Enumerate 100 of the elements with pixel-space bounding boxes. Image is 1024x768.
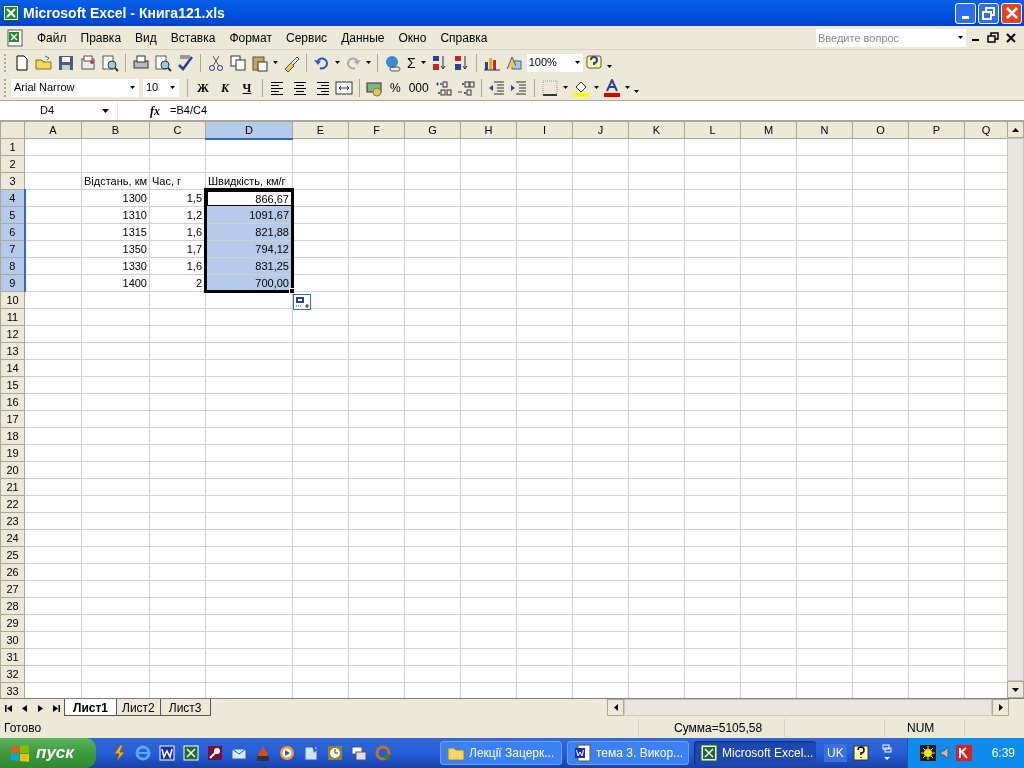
menu-item[interactable]: Окно — [391, 28, 434, 47]
next-sheet-icon[interactable] — [37, 704, 44, 713]
help-search-field[interactable]: Введите вопрос — [816, 28, 954, 47]
taskbar-button[interactable]: Microsoft Excel... — [694, 741, 816, 765]
browser-icon[interactable] — [134, 744, 152, 762]
table-cell[interactable]: 1300 — [81, 189, 150, 207]
clipboard-icon[interactable] — [251, 53, 269, 72]
toolbar-options-icon[interactable] — [633, 89, 640, 94]
menu-item[interactable]: Данные — [334, 28, 392, 47]
printer-icon[interactable] — [132, 53, 150, 72]
taskbar-button[interactable]: Лекції Зацерк... — [440, 741, 562, 765]
table-cell[interactable]: Відстань, км — [81, 172, 150, 190]
lightning-icon[interactable] — [110, 744, 128, 762]
column-header[interactable]: H — [460, 121, 517, 139]
preview-icon[interactable] — [101, 53, 119, 72]
column-header[interactable]: G — [404, 121, 461, 139]
close-button[interactable] — [1001, 2, 1022, 24]
key-icon[interactable] — [206, 744, 224, 762]
minimize-button[interactable] — [955, 2, 976, 24]
merge-center-icon[interactable] — [335, 78, 353, 97]
column-header[interactable]: E — [292, 121, 349, 139]
excel-icon[interactable] — [182, 744, 200, 762]
table-cell[interactable]: 1350 — [81, 240, 150, 258]
sheet-tab[interactable]: Лист1 — [64, 699, 118, 716]
help-icon[interactable] — [584, 53, 603, 72]
dropdown-arrow-icon[interactable] — [335, 61, 340, 64]
column-header[interactable]: O — [852, 121, 909, 139]
font-style-button[interactable]: Ж — [192, 78, 214, 97]
select-all-corner[interactable] — [0, 121, 25, 139]
font-size-combo[interactable]: 10 — [143, 78, 179, 97]
previous-sheet-icon[interactable] — [21, 704, 28, 713]
table-cell[interactable]: 1310 — [81, 206, 150, 224]
media-player-icon[interactable] — [278, 744, 296, 762]
clock-icon[interactable] — [326, 744, 344, 762]
sheet-tab[interactable]: Лист3 — [159, 699, 211, 716]
menu-item[interactable]: Сервис — [279, 28, 335, 47]
help-icon[interactable] — [852, 745, 869, 761]
scroll-thumb[interactable] — [624, 699, 992, 716]
font-style-button[interactable]: Ч — [236, 78, 258, 97]
formula-field[interactable]: =B4/C4 — [170, 102, 207, 119]
spelling-icon[interactable] — [176, 53, 194, 72]
column-header[interactable]: K — [628, 121, 685, 139]
language-indicator[interactable]: UK — [824, 744, 847, 762]
toolbar-options-icon[interactable] — [606, 64, 613, 69]
font-color-icon[interactable] — [602, 78, 621, 97]
column-header[interactable]: D — [205, 121, 293, 139]
dropdown-arrow-icon[interactable] — [624, 86, 630, 89]
menu-item[interactable]: Вид — [128, 28, 164, 47]
decrease-decimal-icon[interactable] — [456, 78, 475, 97]
number-format-button[interactable]: 000 — [404, 78, 433, 97]
copy-icon[interactable] — [229, 53, 247, 72]
dropdown-arrow-icon[interactable] — [562, 86, 568, 89]
table-cell[interactable]: Час, г — [149, 172, 206, 190]
column-header[interactable]: P — [908, 121, 965, 139]
borders-icon[interactable] — [540, 78, 559, 97]
column-header[interactable]: F — [348, 121, 405, 139]
column-header[interactable]: A — [24, 121, 82, 139]
table-cell[interactable]: 1400 — [81, 274, 150, 292]
insert-function-button[interactable]: fx — [142, 101, 168, 120]
column-header[interactable]: J — [572, 121, 629, 139]
increase-decimal-icon[interactable] — [434, 78, 453, 97]
dropdown-button[interactable] — [954, 28, 966, 47]
globe-link-icon[interactable] — [384, 53, 402, 72]
word-icon[interactable] — [158, 744, 176, 762]
dropdown-arrow-icon[interactable] — [273, 61, 278, 64]
autosum-button[interactable]: Σ — [404, 55, 419, 70]
scroll-left-button[interactable] — [607, 699, 624, 716]
name-box[interactable]: D4 — [0, 101, 118, 120]
restore-button[interactable] — [978, 2, 999, 24]
indent-icon[interactable] — [509, 78, 528, 97]
notes-icon[interactable] — [302, 744, 320, 762]
font-combo[interactable]: Arial Narrow — [11, 78, 139, 97]
menu-item[interactable]: Вставка — [163, 28, 223, 47]
scroll-right-button[interactable] — [992, 699, 1009, 716]
last-sheet-icon[interactable] — [53, 704, 60, 713]
menu-item[interactable]: Справка — [433, 28, 495, 47]
scroll-thumb[interactable] — [1007, 138, 1024, 681]
font-style-button[interactable]: К — [214, 78, 236, 97]
zoom-combo[interactable]: 100% — [526, 53, 583, 72]
dropdown-arrow-icon[interactable] — [366, 61, 371, 64]
start-button[interactable]: пуск — [0, 738, 96, 768]
column-header[interactable]: C — [149, 121, 206, 139]
new-document-icon[interactable] — [13, 53, 31, 72]
menu-item[interactable]: Файл — [30, 28, 74, 47]
table-cell[interactable]: 1315 — [81, 223, 150, 241]
menu-item[interactable]: Правка — [73, 28, 129, 47]
column-header[interactable]: B — [81, 121, 150, 139]
column-header[interactable]: N — [796, 121, 853, 139]
dropdown-arrow-icon[interactable] — [593, 86, 599, 89]
stack-icon[interactable] — [350, 744, 368, 762]
close-icon[interactable] — [1004, 30, 1018, 45]
column-header[interactable]: I — [516, 121, 573, 139]
dropdown-arrow-icon[interactable] — [420, 61, 426, 64]
taskbar-button[interactable]: тема 3. Викор... — [567, 741, 689, 765]
column-header[interactable]: Q — [964, 121, 1007, 139]
ring-icon[interactable] — [374, 744, 392, 762]
table-cell[interactable]: 1330 — [81, 257, 150, 275]
scissors-icon[interactable] — [207, 53, 225, 72]
print-preview-icon[interactable] — [154, 53, 172, 72]
first-sheet-icon[interactable] — [5, 704, 12, 713]
